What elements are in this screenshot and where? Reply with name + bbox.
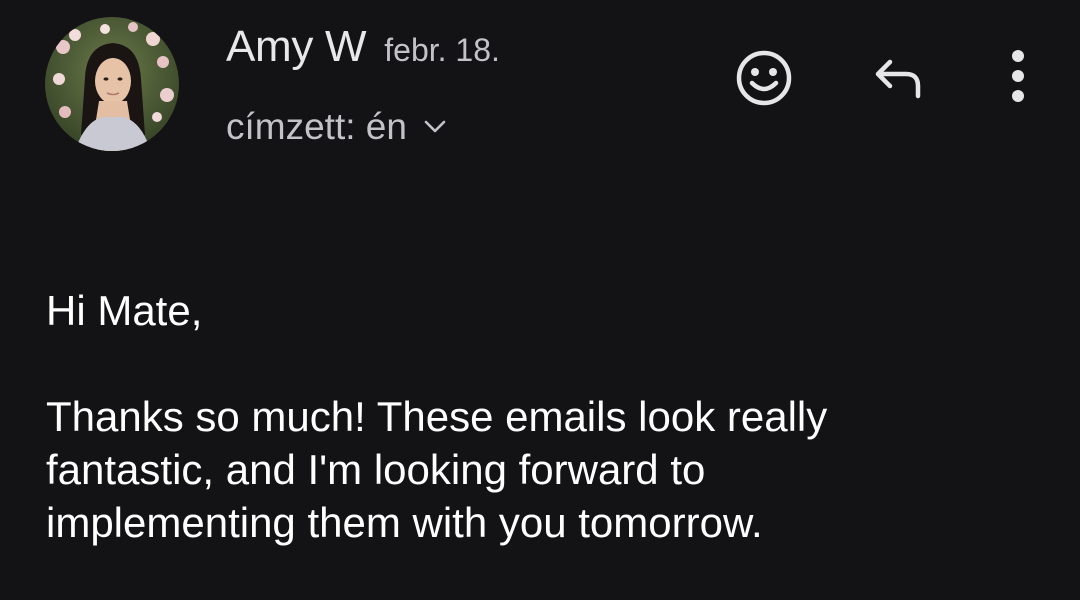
email-body: Hi Mate, Thanks so much! These emails lo…	[46, 284, 1046, 549]
chevron-down-icon[interactable]	[423, 119, 447, 135]
email-body-line: Thanks so much! These emails look really	[46, 393, 828, 440]
smiley-face-icon	[736, 50, 792, 106]
avatar-photo	[45, 17, 179, 151]
more-options-button[interactable]	[990, 40, 1046, 112]
vertical-dots-icon	[1012, 50, 1024, 102]
recipient-details-toggle[interactable]: címzett: én	[226, 106, 447, 148]
email-body-line: implementing them with you tomorrow.	[46, 499, 763, 546]
email-date: febr. 18.	[384, 32, 500, 68]
email-body-line: fantastic, and I'm looking forward to	[46, 446, 706, 493]
add-reaction-button[interactable]	[732, 46, 796, 110]
email-greeting: Hi Mate,	[46, 287, 203, 334]
recipient-label: címzett: én	[226, 106, 407, 147]
email-header: Amy W febr. 18. címzett: én	[0, 0, 1080, 170]
reply-arrow-icon	[875, 59, 921, 99]
sender-name[interactable]: Amy W	[226, 22, 367, 72]
avatar[interactable]	[45, 17, 179, 151]
sender-line: Amy W febr. 18.	[226, 22, 500, 78]
reply-button[interactable]	[866, 46, 930, 110]
